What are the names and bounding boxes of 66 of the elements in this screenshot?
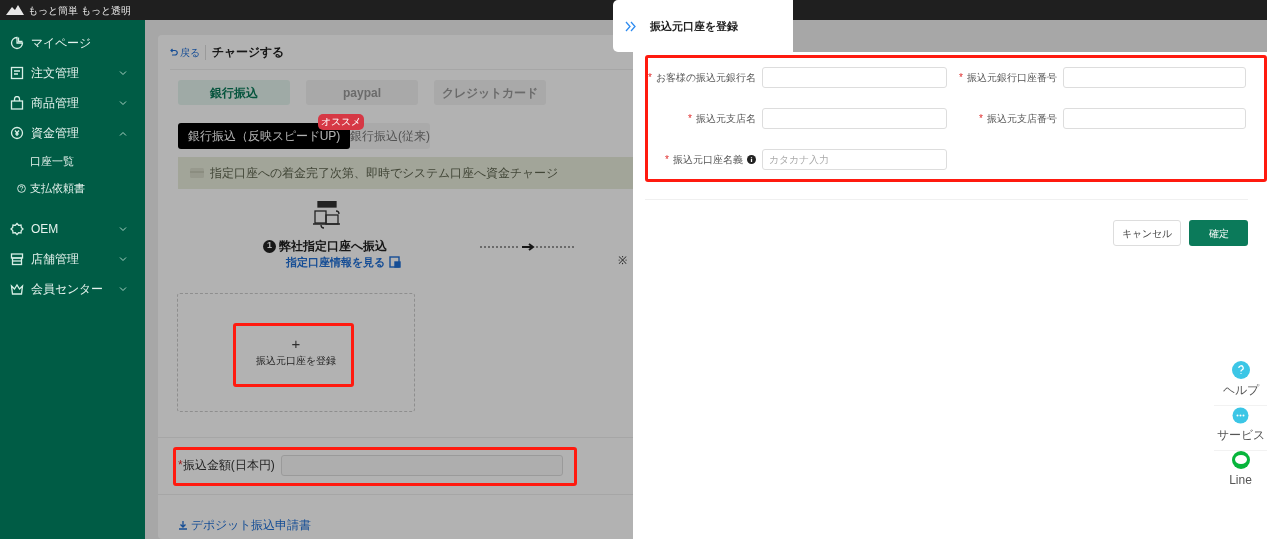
account-info-link[interactable]: 指定口座情報を見る <box>286 254 401 271</box>
add-account-card[interactable]: + 振込元口座を登録 <box>177 293 415 412</box>
return-arrow-icon <box>170 48 178 56</box>
download-icon <box>178 520 188 530</box>
document-icon <box>10 66 24 80</box>
recommended-badge: オススメ <box>318 114 364 130</box>
required-mark: * <box>648 71 652 85</box>
sidebar-item[interactable]: 資金管理 <box>0 118 145 148</box>
page-title: チャージする <box>212 44 284 61</box>
sidebar-item[interactable]: 商品管理 <box>0 88 145 118</box>
document-icon <box>389 256 401 269</box>
required-mark: * <box>979 112 983 126</box>
chat-bubble-icon <box>1231 406 1250 424</box>
add-account-label: 振込元口座を登録 <box>256 354 336 368</box>
field-label: 振込元銀行口座番号 <box>967 71 1057 85</box>
confirm-button[interactable]: 確定 <box>1189 220 1248 246</box>
cancel-button[interactable]: キャンセル <box>1113 220 1181 246</box>
shopping-bag-icon <box>10 96 24 110</box>
sidebar-item[interactable]: OEM <box>0 214 145 244</box>
step-number: 1 <box>263 239 276 253</box>
help-widget-label[interactable]: サービス <box>1216 426 1265 444</box>
required-mark: * <box>178 457 183 474</box>
double-chevron-icon <box>625 20 636 32</box>
store-icon <box>10 252 24 266</box>
tagline: もっと簡単 もっと透明 <box>28 3 131 18</box>
sidebar-item[interactable]: 会員センター <box>0 274 145 304</box>
notice-text: 指定口座への着金完了次第、即時でシステム口座へ資金チャージ <box>210 165 558 182</box>
required-mark: * <box>959 71 963 85</box>
amount-label-text: 振込金額(日本円) <box>182 457 275 474</box>
help-widget-label[interactable]: ヘルプ <box>1222 381 1259 399</box>
field-label: 振込元支店名 <box>696 112 756 126</box>
coin-icon <box>10 126 24 140</box>
required-mark: * <box>665 153 669 167</box>
sidebar-subitem[interactable]: 支払依頼書 <box>0 175 145 202</box>
question-bubble-icon <box>1231 361 1250 379</box>
crown-icon <box>10 282 24 296</box>
text-input[interactable] <box>1063 108 1246 129</box>
badge-icon <box>10 222 24 236</box>
text-input[interactable] <box>1063 67 1246 88</box>
plus-icon: + <box>291 337 301 351</box>
sidebar-item[interactable]: マイページ <box>0 28 145 58</box>
sidebar-item[interactable]: 店舗管理 <box>0 244 145 274</box>
question-circle-icon <box>17 184 26 193</box>
bank-transfer-icon <box>313 201 343 231</box>
sidebar-item[interactable]: 注文管理 <box>0 58 145 88</box>
card-icon <box>190 168 204 178</box>
note-mark: ※ <box>618 253 627 268</box>
text-input[interactable]: カタカナ入力 <box>762 149 947 170</box>
field-label: 振込元支店番号 <box>987 112 1057 126</box>
download-link[interactable]: デポジット振込申請書 <box>178 516 311 534</box>
back-link[interactable]: 戻る <box>170 44 206 60</box>
text-input[interactable] <box>762 108 947 129</box>
sidebar-subitem[interactable]: 口座一覧 <box>0 148 145 175</box>
field-label: 振込元口座名義 <box>673 153 743 167</box>
drawer-title: 振込元口座を登録 <box>650 18 738 34</box>
help-widget-label[interactable]: Line <box>1229 471 1252 489</box>
dotted-arrow-icon <box>480 243 576 251</box>
text-input[interactable] <box>762 67 947 88</box>
field-label: お客様の振込元銀行名 <box>656 71 756 85</box>
line-chat-icon <box>1231 451 1250 469</box>
payment-tab[interactable]: 銀行振込 <box>178 80 290 105</box>
amount-input[interactable] <box>280 454 563 476</box>
mountain-logo-icon <box>6 5 24 15</box>
required-mark: * <box>688 112 692 126</box>
step-title: 弊社指定口座へ振込 <box>279 238 387 255</box>
pie-chart-icon <box>10 36 24 50</box>
